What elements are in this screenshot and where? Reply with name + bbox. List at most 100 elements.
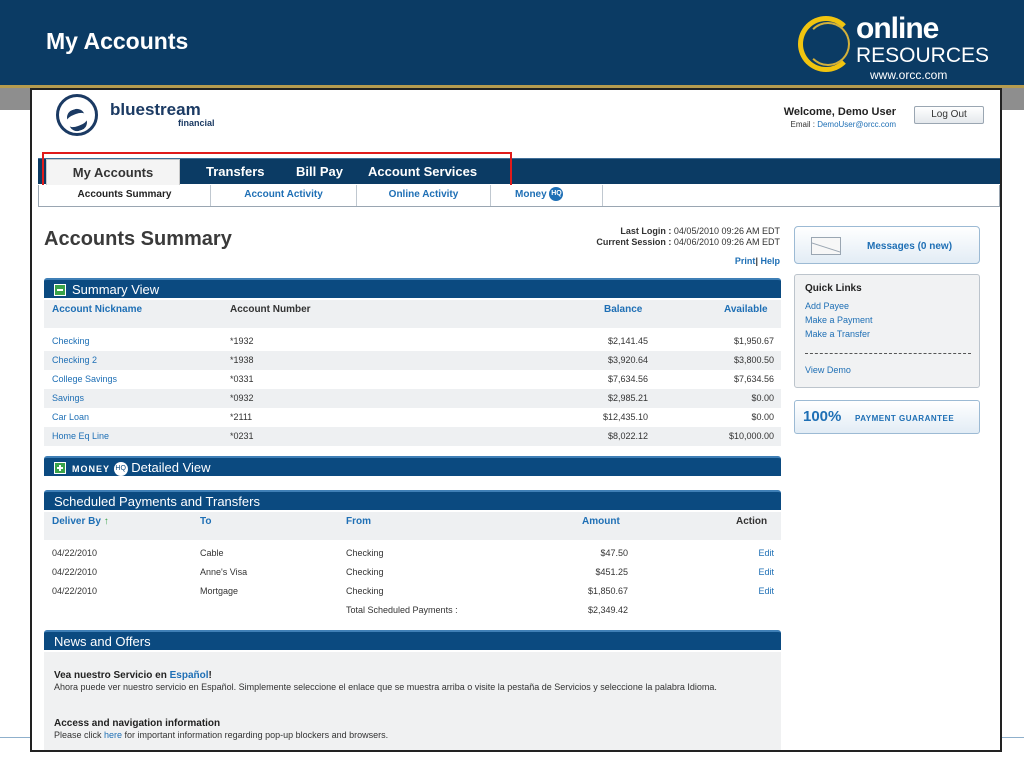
decorative-line-right — [1002, 737, 1024, 738]
quick-links-title: Quick Links — [805, 283, 862, 294]
bank-logo-icon — [56, 94, 98, 136]
account-nickname-link[interactable]: Checking 2 — [52, 355, 97, 365]
email-line: Email : DemoUser@orcc.com — [722, 120, 897, 129]
bank-name: bluestream — [110, 100, 201, 119]
last-login-value: 04/05/2010 09:26 AM EDT — [673, 226, 780, 236]
news-item-1-title: Vea nuestro Servicio en Español! — [54, 670, 212, 681]
col-account-nickname[interactable]: Account Nickname — [52, 304, 142, 315]
logo-online-text: online — [856, 12, 939, 45]
scheduled-payments-header: Scheduled Payments and Transfers — [44, 490, 781, 510]
hq-badge-icon: HQ — [549, 187, 564, 202]
subnav-money-hq[interactable]: Money HQ — [491, 185, 603, 206]
total-amount: $2,349.42 — [587, 605, 628, 615]
money-hq-detailed-header[interactable]: MONEY HQ Detailed View — [44, 456, 781, 476]
account-available: $7,634.56 — [733, 374, 774, 384]
summary-view-header[interactable]: Summary View — [44, 278, 781, 298]
account-number: *1932 — [230, 336, 254, 346]
detailed-view-title: Detailed View — [131, 460, 211, 475]
collapse-icon[interactable] — [54, 283, 66, 296]
quick-link-add-payee[interactable]: Add Payee — [805, 301, 849, 311]
summary-column-headers: Account Nickname Account Number Balance … — [44, 300, 781, 328]
table-row: 04/22/2010 Anne's Visa Checking $451.25 … — [44, 563, 781, 582]
col-deliver-by[interactable]: Deliver By ↑ — [52, 516, 109, 527]
messages-button[interactable]: Messages (0 new) — [794, 226, 980, 264]
guarantee-text: PAYMENT GUARANTEE — [855, 414, 955, 423]
online-resources-logo: online RESOURCES www.orcc.com — [798, 8, 998, 84]
hq-badge-icon: HQ — [113, 461, 128, 476]
col-available[interactable]: Available — [724, 304, 768, 315]
payment-from: Checking — [346, 548, 384, 558]
account-nickname-link[interactable]: Car Loan — [52, 412, 89, 422]
summary-view-title: Summary View — [72, 282, 160, 297]
divider — [805, 353, 971, 354]
sub-nav: Accounts Summary Account Activity Online… — [38, 185, 1000, 207]
bank-logo[interactable]: bluestream financial — [56, 94, 236, 138]
news-item-2-title: Access and navigation information — [54, 718, 221, 729]
logout-button[interactable]: Log Out — [914, 106, 984, 124]
view-demo-link[interactable]: View Demo — [805, 365, 851, 375]
account-balance: $3,920.64 — [607, 355, 648, 365]
payment-to: Cable — [200, 548, 224, 558]
edit-link[interactable]: Edit — [734, 567, 774, 577]
last-login-label: Last Login : — [620, 226, 672, 236]
payment-amount: $451.25 — [595, 567, 628, 577]
print-link[interactable]: Print — [735, 256, 756, 266]
subnav-online-activity[interactable]: Online Activity — [357, 185, 491, 206]
account-available: $1,950.67 — [733, 336, 774, 346]
table-row: Home Eq Line *0231 $8,022.12 $10,000.00 — [44, 427, 781, 446]
payment-to: Mortgage — [200, 586, 239, 596]
col-from[interactable]: From — [346, 516, 371, 527]
login-info: Last Login : 04/05/2010 09:26 AM EDT Cur… — [512, 226, 780, 248]
banking-screenshot: bluestream financial Welcome, Demo User … — [30, 88, 1002, 752]
edit-link[interactable]: Edit — [734, 548, 774, 558]
table-row: Checking 2 *1938 $3,920.64 $3,800.50 — [44, 351, 781, 370]
espanol-link[interactable]: Español — [170, 670, 209, 681]
expand-icon[interactable] — [54, 461, 66, 474]
account-available: $0.00 — [751, 393, 774, 403]
quick-link-make-payment[interactable]: Make a Payment — [805, 315, 873, 325]
payment-amount: $1,850.67 — [587, 586, 628, 596]
edit-link[interactable]: Edit — [734, 586, 774, 596]
bank-subname: financial — [178, 118, 215, 128]
payment-from: Checking — [346, 567, 384, 577]
print-help-links: Print| Help — [734, 256, 780, 266]
subnav-account-activity[interactable]: Account Activity — [211, 185, 357, 206]
account-balance: $2,141.45 — [607, 336, 648, 346]
help-link[interactable]: Help — [760, 256, 780, 266]
news-item-2-text: Please click here for important informat… — [54, 730, 389, 740]
messages-label: Messages (0 new) — [867, 241, 953, 252]
total-row: Total Scheduled Payments : $2,349.42 — [44, 601, 781, 620]
payment-guarantee-badge[interactable]: 100% PAYMENT GUARANTEE — [794, 400, 980, 434]
quick-link-make-transfer[interactable]: Make a Transfer — [805, 329, 870, 339]
table-row: Savings *0932 $2,985.21 $0.00 — [44, 389, 781, 408]
col-amount[interactable]: Amount — [582, 516, 620, 527]
account-nickname-link[interactable]: College Savings — [52, 374, 117, 384]
account-balance: $12,435.10 — [602, 412, 648, 422]
news-offers-header: News and Offers — [44, 630, 781, 650]
payment-to: Anne's Visa — [200, 567, 248, 577]
guarantee-percent: 100% — [803, 408, 842, 425]
page-title: Accounts Summary — [44, 228, 232, 250]
here-link[interactable]: here — [104, 730, 122, 740]
payment-from: Checking — [346, 586, 384, 596]
subnav-accounts-summary[interactable]: Accounts Summary — [39, 185, 211, 206]
payment-date: 04/22/2010 — [52, 586, 98, 596]
account-nickname-link[interactable]: Home Eq Line — [52, 431, 109, 441]
account-balance: $8,022.12 — [607, 431, 648, 441]
current-session-label: Current Session : — [596, 237, 672, 247]
col-to[interactable]: To — [200, 516, 211, 527]
email-link[interactable]: DemoUser@orcc.com — [817, 120, 896, 129]
payment-date: 04/22/2010 — [52, 548, 98, 558]
payment-amount: $47.50 — [600, 548, 628, 558]
table-row: 04/22/2010 Cable Checking $47.50 Edit — [44, 544, 781, 563]
account-nickname-link[interactable]: Savings — [52, 393, 84, 403]
welcome-text: Welcome, Demo User — [783, 106, 896, 118]
account-number: *2111 — [230, 412, 253, 422]
account-nickname-link[interactable]: Checking — [52, 336, 90, 346]
table-row: Checking *1932 $2,141.45 $1,950.67 — [44, 332, 781, 351]
quick-links-panel: Quick Links Add Payee Make a Payment Mak… — [794, 274, 980, 388]
news-body: Vea nuestro Servicio en Español! Ahora p… — [44, 652, 781, 750]
col-account-number: Account Number — [230, 304, 311, 315]
col-balance[interactable]: Balance — [604, 304, 642, 315]
money-brand: MONEY — [72, 464, 111, 474]
